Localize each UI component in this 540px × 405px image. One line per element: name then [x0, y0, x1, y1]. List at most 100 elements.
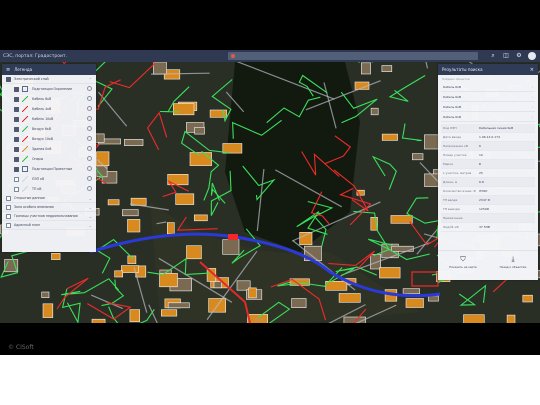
chevron-right-icon: ›: [531, 105, 533, 109]
legend-layer-row[interactable]: Подстанции Проектные: [2, 164, 96, 174]
layer-checkbox[interactable]: [14, 126, 19, 132]
building-footprint: [325, 281, 348, 291]
legend-group-electric[interactable]: Электрический слой ⌃: [2, 75, 96, 84]
group-checkbox[interactable]: [6, 213, 11, 219]
attribute-row: Длина, м 6.8: [441, 178, 535, 187]
layer-checkbox[interactable]: [14, 186, 19, 192]
group-checkbox[interactable]: [6, 195, 11, 201]
attribute-value: 6.8: [479, 180, 484, 184]
info-icon[interactable]: [87, 136, 92, 141]
group-checkbox[interactable]: [6, 204, 11, 210]
search-input[interactable]: Поиск на карте или по адресу: [228, 52, 478, 68]
info-icon[interactable]: [87, 156, 92, 161]
attribute-value: 1.06.12.0.174: [479, 135, 500, 139]
close-icon[interactable]: ×: [530, 67, 534, 73]
layer-checkbox[interactable]: [14, 116, 19, 122]
building-footprint: [381, 133, 398, 141]
building-footprint: [129, 309, 140, 323]
layer-checkbox[interactable]: [14, 156, 19, 162]
legend-layer-row[interactable]: ЛЭП кВ: [2, 174, 96, 184]
info-icon[interactable]: [87, 166, 92, 171]
back-to-objects-button[interactable]: ⤓ Назад к объектам: [498, 255, 528, 269]
legend-group-row[interactable]: Открытые данные ⌄: [2, 194, 96, 203]
user-icon[interactable]: [528, 52, 536, 60]
layer-checkbox[interactable]: [14, 86, 19, 92]
layer-checkbox[interactable]: [14, 166, 19, 172]
result-item[interactable]: Кабель 6кВ ›: [441, 83, 535, 92]
building-footprint: [41, 291, 50, 298]
result-item[interactable]: Кабель 6кВ ›: [441, 93, 535, 102]
attribute-value: 2347 Ф: [479, 198, 491, 202]
legend-layer-row[interactable]: Воздух 10кВ: [2, 134, 96, 144]
building-footprint: [107, 199, 120, 206]
layer-checkbox[interactable]: [14, 96, 19, 102]
legend-group-row[interactable]: Адресный план ⌄: [2, 221, 96, 230]
attribute-row: Дата ввода 1.06.12.0.174: [441, 133, 535, 142]
building-footprint: [194, 214, 208, 222]
legend-layer-row[interactable]: Кабель 4кВ: [2, 104, 96, 114]
layers-icon[interactable]: ◫: [502, 52, 510, 60]
show-on-map-button[interactable]: ⛉ Показать на карте: [448, 255, 478, 269]
line-symbol-icon: [22, 106, 28, 112]
attribute-value: Б: [479, 162, 482, 166]
attribute-key: Фид № кВ: [443, 225, 459, 229]
building-footprint: [405, 298, 424, 308]
legend-layer-label: Кабель 4кВ: [32, 107, 52, 111]
legend-group-label: Открытые данные: [14, 196, 45, 200]
attribute-value: 10: [479, 153, 483, 157]
building-footprint: [291, 298, 307, 308]
layer-checkbox[interactable]: [14, 106, 19, 112]
layer-checkbox[interactable]: [14, 146, 19, 152]
chevron-up-icon[interactable]: ⌃: [89, 77, 92, 82]
legend-layer-row[interactable]: Опоры: [2, 154, 96, 164]
legend-layer-row[interactable]: Кабель 6кВ: [2, 94, 96, 104]
layer-checkbox[interactable]: [14, 176, 19, 182]
building-footprint: [463, 314, 485, 323]
copyright-text: © CISoft: [8, 344, 34, 351]
info-icon[interactable]: [87, 116, 92, 121]
legend-layer-row[interactable]: Воздух 6кВ: [2, 124, 96, 134]
search-icon[interactable]: ⌕: [489, 52, 497, 60]
legend-layer-row[interactable]: Подстанции Охранение: [2, 84, 96, 94]
info-icon[interactable]: [87, 176, 92, 181]
group-checkbox[interactable]: [6, 222, 11, 228]
substation-symbol-icon: [22, 86, 28, 92]
building-footprint: [186, 245, 202, 260]
building-footprint: [42, 303, 54, 318]
legend-group-row[interactable]: Границы участков недропользования ⌄: [2, 212, 96, 221]
group-checkbox[interactable]: [6, 76, 11, 82]
building-footprint: [506, 314, 516, 323]
building-footprint: [213, 281, 222, 289]
line-symbol-icon: [22, 136, 28, 142]
result-item[interactable]: Кабель 6кВ ›: [441, 103, 535, 112]
building-footprint: [338, 293, 361, 303]
legend-layer-label: Воздух 6кВ: [32, 127, 51, 131]
legend-layer-row[interactable]: ТП кВ: [2, 184, 96, 194]
legend-group-row[interactable]: Зона особого внимания ⌄: [2, 203, 96, 212]
legend-layer-row[interactable]: Кабель 10кВ: [2, 114, 96, 124]
result-item-label: Кабель 6кВ: [443, 105, 462, 109]
result-item-label: Кабель 6кВ: [443, 95, 462, 99]
attribute-key: Марка: [443, 162, 453, 166]
building-footprint: [390, 215, 413, 224]
info-icon[interactable]: [87, 146, 92, 151]
info-icon[interactable]: [87, 186, 92, 191]
gear-icon[interactable]: ⚙: [515, 52, 523, 60]
info-icon[interactable]: [87, 96, 92, 101]
chevron-down-icon[interactable]: ⌄: [89, 214, 92, 219]
attribute-row: Количество ячеек, Ф ЛУЯЛ: [441, 187, 535, 196]
line-symbol-icon: [22, 176, 28, 182]
chevron-down-icon[interactable]: ⌄: [89, 205, 92, 210]
legend-group-label: Границы участков недропользования: [14, 214, 78, 218]
layer-checkbox[interactable]: [14, 136, 19, 142]
legend-layer-row[interactable]: Здания 0кВ: [2, 144, 96, 154]
building-footprint: [96, 151, 110, 167]
building-footprint: [299, 232, 313, 246]
result-item[interactable]: Кабель 6кВ ›: [441, 113, 535, 122]
info-icon[interactable]: [87, 126, 92, 131]
action-label: Назад к объектам: [499, 265, 527, 269]
chevron-down-icon[interactable]: ⌄: [89, 223, 92, 228]
info-icon[interactable]: [87, 106, 92, 111]
chevron-down-icon[interactable]: ⌄: [89, 196, 92, 201]
info-icon[interactable]: [87, 86, 92, 91]
